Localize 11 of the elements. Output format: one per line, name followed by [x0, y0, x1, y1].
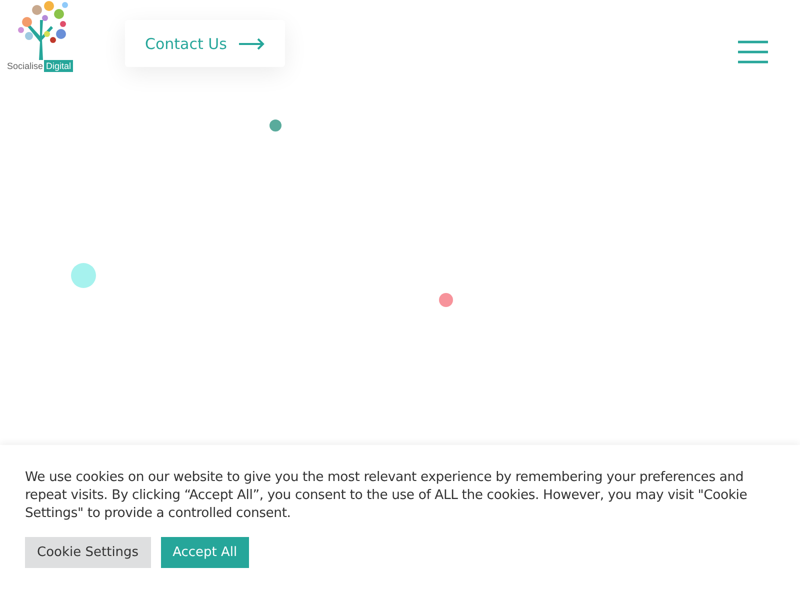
- dot-shape: [269, 119, 282, 132]
- logo-text: Socialise: [6, 60, 44, 72]
- logo-text: Digital: [44, 60, 74, 72]
- cookie-settings-button[interactable]: Cookie Settings: [25, 537, 151, 568]
- dot-shape: [71, 263, 96, 288]
- dot-shape: [439, 293, 453, 307]
- contact-button[interactable]: Contact Us: [125, 20, 285, 67]
- accept-button[interactable]: Accept All: [160, 537, 250, 568]
- menu-icon[interactable]: [738, 40, 768, 64]
- arrow-icon: [238, 38, 265, 50]
- cookie-message: We use cookies on our website to give you the most relevant experience by remembering your preferences and repeat visits. By clicking “Accept All”, you consent to the use of ALL the cookies. However, you may visit "Cookie Settings" to provide a controlled consent.: [25, 469, 748, 523]
